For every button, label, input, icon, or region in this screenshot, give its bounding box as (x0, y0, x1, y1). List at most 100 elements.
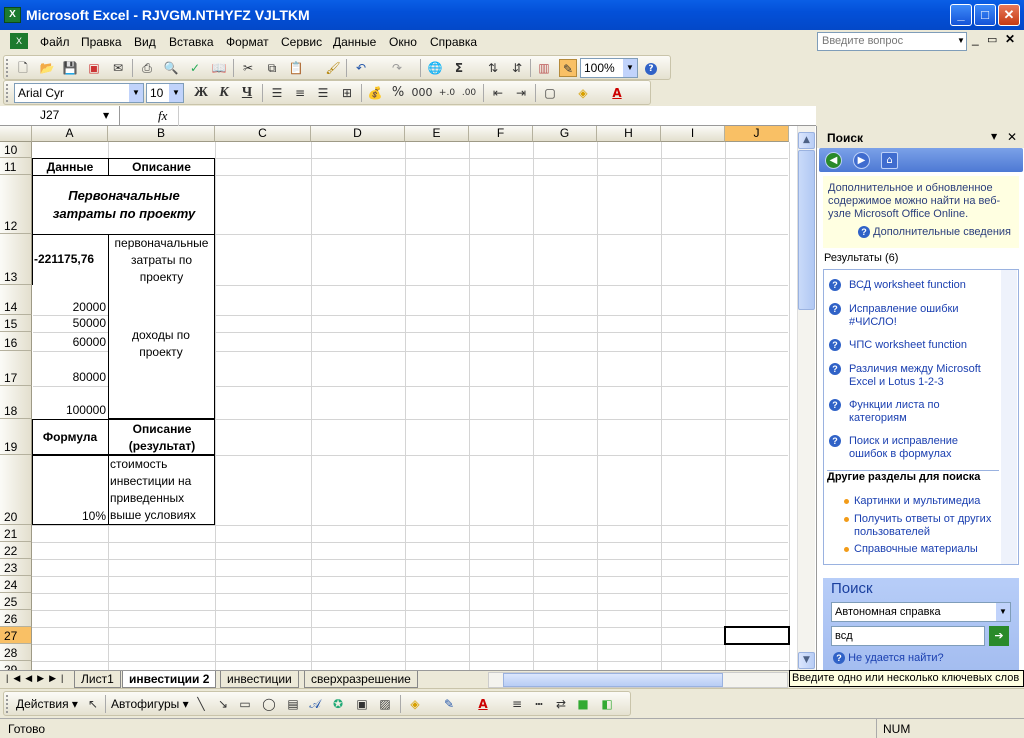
textbox-icon[interactable]: ▤ (284, 695, 302, 713)
menu-insert[interactable]: Вставка (169, 35, 214, 49)
cell-a20[interactable]: 10% (32, 509, 106, 523)
increase-decimal-icon[interactable]: +.0 (438, 84, 456, 102)
tab-list1[interactable]: Лист1 (74, 671, 121, 688)
column-header-h[interactable]: H (597, 126, 661, 142)
maximize-button[interactable]: □ (974, 4, 996, 26)
forward-icon[interactable]: ▶ (853, 152, 870, 169)
size-dropdown-icon[interactable]: ▼ (169, 84, 183, 102)
row-header[interactable]: 24 (0, 576, 32, 593)
pane-dropdown-icon[interactable]: ▼ (991, 132, 997, 141)
minimize-button[interactable]: _ (950, 4, 972, 26)
workbook-icon[interactable]: X (10, 33, 28, 49)
other-item[interactable]: Получить ответы от других пользователей (844, 513, 994, 539)
tab-nav-arrows-icon[interactable]: |◀◀▶▶| (6, 673, 68, 684)
column-header-i[interactable]: I (661, 126, 725, 142)
merge-center-icon[interactable]: ⊞ (338, 84, 356, 102)
redo-icon[interactable]: ↷ (388, 59, 406, 77)
arrow-icon[interactable]: ↘ (214, 695, 232, 713)
cell-a17[interactable]: 80000 (32, 370, 106, 384)
sort-ascending-icon[interactable]: ⇅ (484, 59, 502, 77)
menu-edit[interactable]: Правка (81, 35, 122, 49)
scroll-up-icon[interactable]: ▲ (798, 132, 815, 149)
tab-investicii[interactable]: инвестиции (220, 671, 299, 688)
currency-icon[interactable]: 💰 (366, 84, 384, 102)
increase-indent-icon[interactable]: ⇥ (512, 84, 530, 102)
cell-b14-b18[interactable]: доходы по проекту (128, 327, 194, 361)
align-center-icon[interactable]: ≡ (291, 84, 309, 102)
horizontal-scrollbar[interactable] (488, 672, 788, 688)
menu-view[interactable]: Вид (134, 35, 156, 49)
menu-file[interactable]: Файл (40, 35, 70, 49)
menu-data[interactable]: Данные (333, 35, 376, 49)
picture-icon[interactable]: ▨ (376, 695, 394, 713)
search-scope-select[interactable]: Автономная справка ▼ (831, 602, 1011, 622)
column-header-d[interactable]: D (311, 126, 405, 142)
format-painter-icon[interactable]: 🖌 (324, 59, 342, 77)
scope-dropdown-icon[interactable]: ▼ (996, 603, 1010, 621)
thousands-button[interactable]: 000 (410, 84, 434, 102)
row-header[interactable]: 20 (0, 455, 32, 525)
result-item[interactable]: ? ВСД worksheet function (829, 279, 999, 292)
select-all[interactable] (0, 126, 32, 142)
row-header[interactable]: 23 (0, 559, 32, 576)
menu-format[interactable]: Формат (226, 35, 269, 49)
line-icon[interactable]: ╲ (192, 695, 210, 713)
other-item[interactable]: Картинки и мультимедиа (844, 495, 980, 508)
font-color-icon[interactable]: A (608, 84, 626, 102)
row-header[interactable]: 17 (0, 351, 32, 386)
help-icon[interactable]: ? (642, 59, 660, 77)
spelling-icon[interactable]: ✓ (186, 59, 204, 77)
font-select[interactable]: Arial Cyr ▼ (14, 83, 144, 103)
row-header[interactable]: 10 (0, 142, 32, 158)
row-header[interactable]: 14 (0, 285, 32, 315)
row-header[interactable]: 28 (0, 644, 32, 661)
search-go-icon[interactable]: ➔ (989, 626, 1009, 646)
row-header[interactable]: 29 (0, 661, 32, 670)
results-scrollbar[interactable] (1001, 270, 1017, 564)
column-header-c[interactable]: C (215, 126, 311, 142)
name-box-dropdown-icon[interactable]: ▼ (103, 111, 109, 120)
shadow-icon[interactable]: ■ (574, 695, 592, 713)
result-item[interactable]: ? Исправление ошибки #ЧИСЛО! (829, 303, 999, 329)
cell-b11[interactable]: Описание (108, 160, 215, 174)
cell-b20[interactable]: стоимость инвестиции на приведенных выше… (110, 456, 214, 524)
cell-a15[interactable]: 50000 (32, 316, 106, 330)
research-icon[interactable]: 📖 (210, 59, 228, 77)
select-pointer-icon[interactable]: ↖ (84, 695, 102, 713)
menu-help[interactable]: Справка (430, 35, 477, 49)
home-icon[interactable]: ⌂ (881, 152, 898, 169)
result-item[interactable]: ? Поиск и исправление ошибок в формулах (829, 435, 999, 461)
align-left-icon[interactable]: ☰ (268, 84, 286, 102)
column-header-j[interactable]: J (725, 126, 789, 142)
row-header[interactable]: 11 (0, 158, 32, 175)
permission-icon[interactable]: ▣ (85, 59, 103, 77)
row-header[interactable]: 25 (0, 593, 32, 610)
insert-function-icon[interactable]: fx (158, 108, 167, 124)
actions-menu[interactable]: Действия ▾ (16, 697, 78, 711)
row-header[interactable]: 22 (0, 542, 32, 559)
cant-find-link[interactable]: ? Не удается найти? (833, 652, 944, 665)
active-cell-j27[interactable] (724, 626, 790, 645)
font-dropdown-icon[interactable]: ▼ (129, 84, 143, 102)
formula-input[interactable] (178, 106, 816, 126)
fill-color-icon[interactable]: ◈ (574, 84, 592, 102)
column-header-g[interactable]: G (533, 126, 597, 142)
open-icon[interactable]: 📂 (38, 59, 56, 77)
result-item[interactable]: ? ЧПС worksheet function (829, 339, 999, 352)
tab-sverhrazreshenie[interactable]: сверхразрешение (304, 671, 418, 688)
drawing-icon[interactable]: ✎ (559, 59, 577, 77)
italic-button[interactable]: К (215, 84, 233, 102)
cell-b19[interactable]: Описание (результат) (112, 421, 212, 455)
cell-b13[interactable]: первоначальные затраты по проекту (108, 235, 215, 286)
toolbar-grip-2[interactable] (6, 84, 10, 102)
dash-style-icon[interactable]: ┅ (530, 695, 548, 713)
diagram-icon[interactable]: ✪ (329, 695, 347, 713)
column-header-f[interactable]: F (469, 126, 533, 142)
toolbar-grip-3[interactable] (6, 695, 10, 713)
row-header[interactable]: 15 (0, 315, 32, 332)
row-header[interactable]: 12 (0, 175, 32, 234)
cell-a19[interactable]: Формула (32, 430, 108, 444)
search-query-input[interactable]: всд (831, 626, 985, 646)
decrease-indent-icon[interactable]: ⇤ (489, 84, 507, 102)
hyperlink-icon[interactable]: 🌐 (426, 59, 444, 77)
